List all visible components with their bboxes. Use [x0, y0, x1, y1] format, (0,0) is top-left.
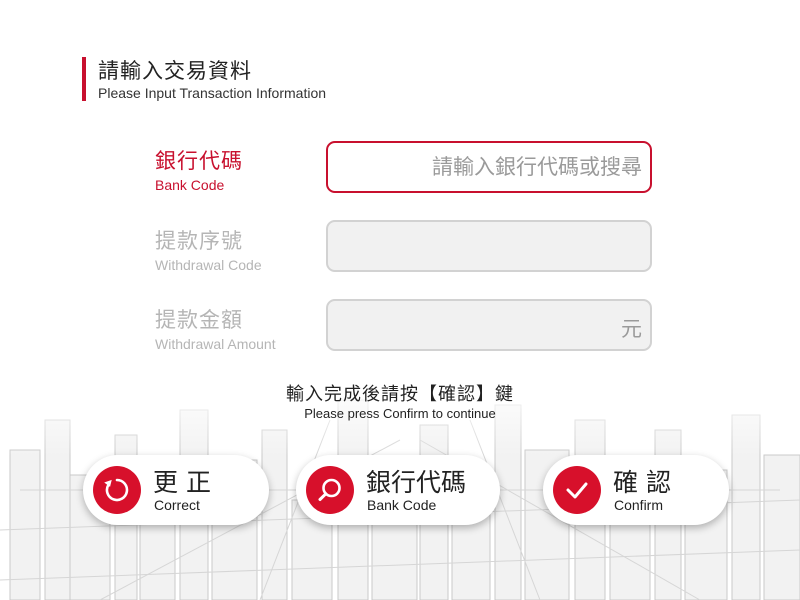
- currency-unit: 元: [621, 317, 642, 341]
- instruction-text-en: Please press Confirm to continue: [304, 406, 496, 421]
- bank-code-button-label-en: Bank Code: [367, 497, 437, 513]
- withdrawal-amount-label: 提款金額 Withdrawal Amount: [155, 304, 276, 352]
- header-accent-bar: [82, 57, 86, 101]
- bank-code-search-button[interactable]: 銀行代碼 Bank Code: [296, 455, 500, 525]
- search-icon: [318, 478, 341, 501]
- withdrawal-amount-input[interactable]: [328, 301, 650, 349]
- confirm-button-icon-circle: [553, 466, 601, 514]
- bank-code-label: 銀行代碼 Bank Code: [155, 145, 243, 193]
- correct-button-label-en: Correct: [154, 497, 200, 513]
- withdrawal-amount-field[interactable]: 元: [326, 299, 652, 351]
- instruction-text-zh: 輸入完成後請按【確認】鍵: [286, 384, 514, 405]
- correct-button-label-zh: 更 正: [153, 468, 211, 497]
- confirm-button-label-zh: 確 認: [613, 468, 671, 497]
- bank-code-label-zh: 銀行代碼: [155, 149, 243, 173]
- confirm-button[interactable]: 確 認 Confirm: [543, 455, 729, 525]
- page-title-zh: 請輸入交易資料: [98, 59, 252, 83]
- bank-code-field[interactable]: [326, 141, 652, 193]
- check-icon: [566, 482, 588, 499]
- withdrawal-amount-label-zh: 提款金額: [155, 308, 243, 332]
- withdrawal-code-label-zh: 提款序號: [155, 229, 243, 253]
- bank-code-label-en: Bank Code: [155, 177, 225, 193]
- withdrawal-amount-label-en: Withdrawal Amount: [155, 336, 276, 352]
- bank-code-button-label-zh: 銀行代碼: [366, 468, 467, 497]
- bank-code-button-icon-circle: [306, 466, 354, 514]
- confirm-button-label-en: Confirm: [614, 497, 664, 513]
- bank-code-input[interactable]: [328, 143, 650, 191]
- withdrawal-code-label-en: Withdrawal Code: [155, 257, 262, 273]
- correct-button[interactable]: 更 正 Correct: [83, 455, 269, 525]
- withdrawal-code-field[interactable]: [326, 220, 652, 272]
- withdrawal-code-label: 提款序號 Withdrawal Code: [155, 225, 262, 273]
- withdrawal-code-input[interactable]: [328, 222, 650, 270]
- correct-button-icon-circle: [93, 466, 141, 514]
- refresh-icon: [104, 478, 129, 502]
- page-title-en: Please Input Transaction Information: [98, 85, 327, 101]
